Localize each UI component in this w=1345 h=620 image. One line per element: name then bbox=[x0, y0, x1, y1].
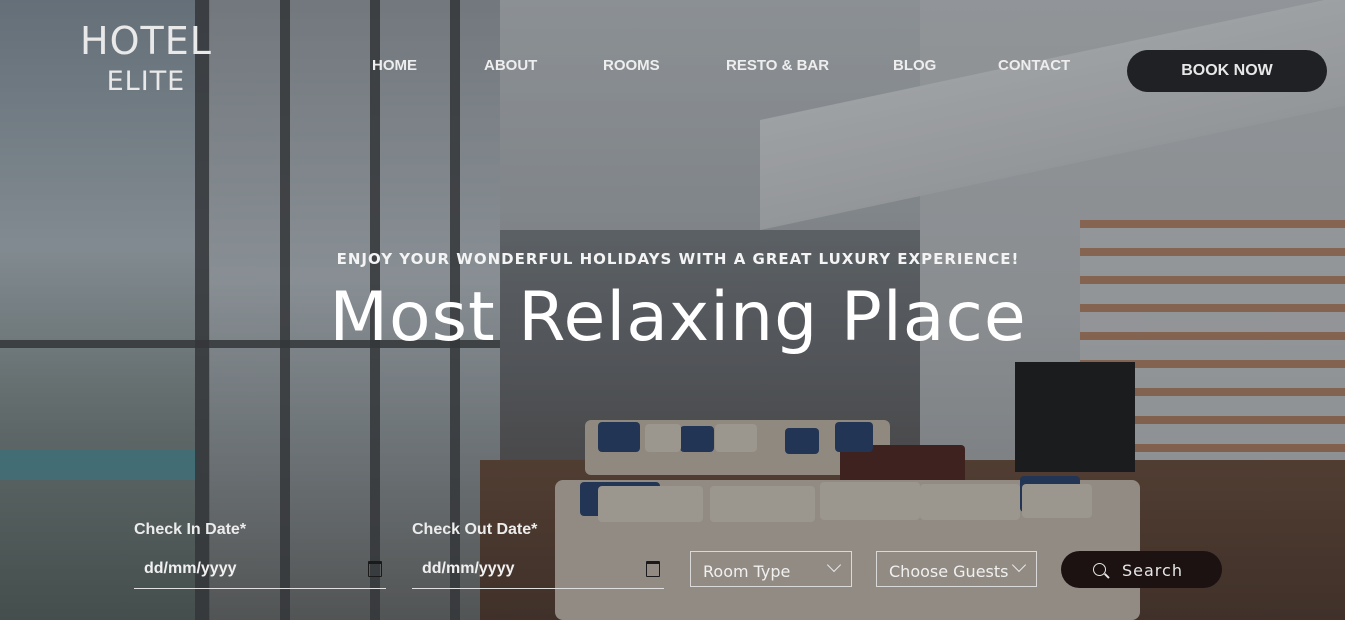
hotel-logo[interactable]: HOTEL ELITE bbox=[80, 22, 212, 95]
nav-home[interactable]: HOME bbox=[372, 57, 417, 74]
logo-line-2: ELITE bbox=[106, 66, 186, 97]
guests-value: Choose Guests bbox=[889, 562, 1009, 581]
nav-resto-bar[interactable]: RESTO & BAR bbox=[726, 57, 829, 74]
chevron-down-icon bbox=[826, 557, 842, 573]
guests-select[interactable]: Choose Guests bbox=[876, 551, 1037, 587]
hero-headline: Most Relaxing Place bbox=[329, 278, 1027, 357]
room-type-value: Room Type bbox=[703, 562, 791, 581]
check-in-field[interactable]: dd/mm/yyyy bbox=[134, 552, 386, 589]
nav-about[interactable]: ABOUT bbox=[484, 57, 537, 74]
check-in-placeholder: dd/mm/yyyy bbox=[144, 560, 237, 577]
check-out-placeholder: dd/mm/yyyy bbox=[422, 560, 515, 577]
hero-section: HOTEL ELITE HOME ABOUT ROOMS RESTO & BAR… bbox=[0, 0, 1345, 620]
nav-rooms[interactable]: ROOMS bbox=[603, 57, 660, 74]
logo-line-1: HOTEL bbox=[80, 19, 212, 63]
search-icon bbox=[1093, 563, 1106, 576]
nav-blog[interactable]: BLOG bbox=[893, 57, 936, 74]
check-out-label: Check Out Date* bbox=[412, 521, 538, 538]
nav-contact[interactable]: CONTACT bbox=[998, 57, 1070, 74]
search-button[interactable]: Search bbox=[1061, 551, 1222, 588]
calendar-icon[interactable] bbox=[368, 561, 382, 577]
calendar-icon[interactable] bbox=[646, 561, 660, 577]
check-in-label: Check In Date* bbox=[134, 521, 247, 538]
check-out-field[interactable]: dd/mm/yyyy bbox=[412, 552, 664, 589]
hero-tagline: ENJOY YOUR WONDERFUL HOLIDAYS WITH A GRE… bbox=[336, 250, 1020, 268]
book-now-button[interactable]: BOOK NOW bbox=[1127, 50, 1327, 92]
chevron-down-icon bbox=[1011, 557, 1027, 573]
room-type-select[interactable]: Room Type bbox=[690, 551, 852, 587]
search-label: Search bbox=[1122, 561, 1183, 580]
